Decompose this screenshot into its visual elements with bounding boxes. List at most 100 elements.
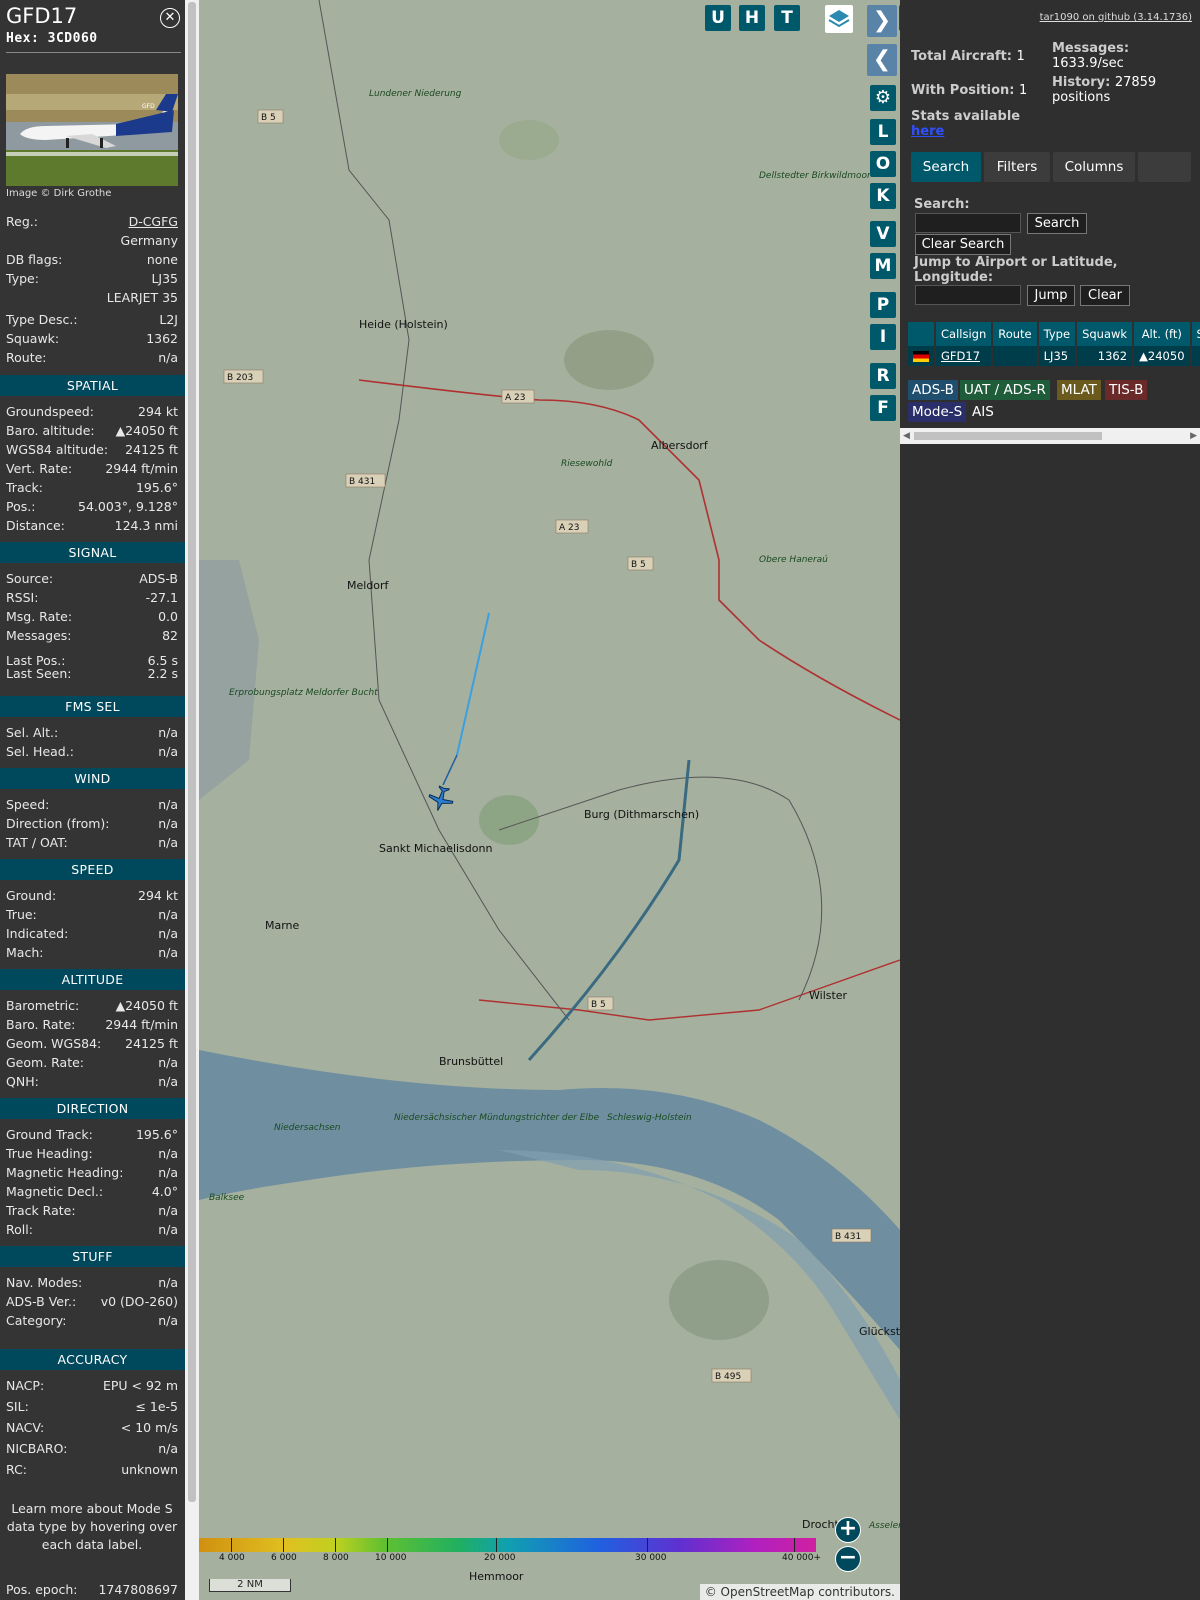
- clear-search-button[interactable]: Clear Search: [915, 234, 1011, 255]
- column-header[interactable]: Callsign: [933, 322, 993, 346]
- info-label[interactable]: SIL:: [6, 1397, 29, 1416]
- osm-link[interactable]: OpenStreetMap: [721, 1585, 815, 1599]
- info-label[interactable]: Category:: [6, 1311, 66, 1330]
- layers-icon[interactable]: [825, 5, 853, 33]
- info-label[interactable]: RC:: [6, 1460, 27, 1479]
- horizontal-scrollbar[interactable]: ◀ ▶: [900, 428, 1200, 444]
- info-label[interactable]: Vert. Rate:: [6, 459, 72, 478]
- zoom-in-button[interactable]: +: [835, 1517, 861, 1543]
- info-label[interactable]: Ground:: [6, 886, 56, 905]
- search-button[interactable]: Search: [1027, 213, 1087, 234]
- map-button-h[interactable]: H: [739, 5, 765, 31]
- callsign-cell[interactable]: GFD17: [933, 346, 993, 366]
- legend-uat-ads-r[interactable]: UAT / ADS-R: [960, 380, 1050, 400]
- column-header[interactable]: Route: [991, 322, 1038, 346]
- tab-search[interactable]: Search: [911, 152, 981, 182]
- info-label[interactable]: ADS-B Ver.:: [6, 1292, 76, 1311]
- info-label[interactable]: Messages:: [6, 626, 72, 645]
- settings-gear-icon[interactable]: ⚙: [870, 85, 896, 111]
- column-header[interactable]: Alt. (ft): [1132, 322, 1191, 346]
- info-label[interactable]: Indicated:: [6, 924, 68, 943]
- clear-button[interactable]: Clear: [1080, 285, 1130, 306]
- jump-button[interactable]: Jump: [1027, 285, 1075, 306]
- github-link[interactable]: tar1090 on github (3.14.1736): [1040, 12, 1192, 23]
- scroll-right-icon[interactable]: ▶: [1190, 431, 1197, 441]
- info-label[interactable]: Magnetic Heading:: [6, 1163, 123, 1182]
- info-label[interactable]: Geom. WGS84:: [6, 1034, 101, 1053]
- info-label[interactable]: TAT / OAT:: [6, 833, 68, 852]
- column-header[interactable]: Spd: [1189, 322, 1200, 346]
- altitude-scale-label: 40 000+: [782, 1553, 822, 1563]
- legend-mlat[interactable]: MLAT: [1057, 380, 1101, 400]
- map-view[interactable]: Heide (Holstein) Albersdorf Meldorf Burg (D…: [199, 0, 900, 1600]
- info-label[interactable]: Last Seen:: [6, 664, 71, 683]
- map-button-u[interactable]: U: [705, 5, 731, 31]
- map-button-p[interactable]: P: [870, 292, 896, 318]
- tab-columns[interactable]: Columns: [1053, 152, 1135, 182]
- info-label[interactable]: Groundspeed:: [6, 402, 94, 421]
- search-input[interactable]: [915, 213, 1021, 233]
- scrollbar-thumb[interactable]: [188, 2, 196, 1502]
- scrollbar-thumb[interactable]: [914, 432, 1102, 440]
- info-label[interactable]: Source:: [6, 569, 53, 588]
- map-button-o[interactable]: O: [870, 151, 896, 177]
- info-label[interactable]: Sel. Alt.:: [6, 723, 58, 742]
- column-header[interactable]: Type: [1036, 322, 1077, 346]
- info-label[interactable]: Roll:: [6, 1220, 33, 1239]
- info-label[interactable]: Mach:: [6, 943, 43, 962]
- info-label[interactable]: Speed:: [6, 795, 49, 814]
- jump-input[interactable]: [915, 285, 1021, 305]
- map-button-m[interactable]: M: [870, 253, 896, 279]
- info-label[interactable]: Geom. Rate:: [6, 1053, 84, 1072]
- info-value: n/a: [158, 945, 178, 960]
- tab-blank[interactable]: [1138, 152, 1191, 182]
- info-label[interactable]: Track Rate:: [6, 1201, 76, 1220]
- info-label[interactable]: Msg. Rate:: [6, 607, 72, 626]
- info-label[interactable]: RSSI:: [6, 588, 38, 607]
- info-label[interactable]: Baro. altitude:: [6, 421, 95, 440]
- map-button-t[interactable]: T: [774, 5, 800, 31]
- info-label[interactable]: Distance:: [6, 516, 65, 535]
- column-header[interactable]: Squawk: [1075, 322, 1134, 346]
- zoom-out-button[interactable]: −: [835, 1546, 861, 1572]
- collapse-left-icon[interactable]: ❮: [867, 44, 897, 76]
- scroll-left-icon[interactable]: ◀: [903, 431, 910, 441]
- column-header[interactable]: [906, 322, 935, 346]
- info-label[interactable]: Baro. Rate:: [6, 1015, 75, 1034]
- info-label[interactable]: Pos.:: [6, 497, 35, 516]
- info-label[interactable]: NACP:: [6, 1376, 44, 1395]
- info-label[interactable]: Ground Track:: [6, 1125, 93, 1144]
- info-label[interactable]: QNH:: [6, 1072, 39, 1091]
- info-label[interactable]: Direction (from):: [6, 814, 110, 833]
- aircraft-photo[interactable]: GFD: [6, 74, 178, 186]
- aircraft-icon[interactable]: [427, 785, 455, 813]
- info-label[interactable]: Sel. Head.:: [6, 742, 74, 761]
- info-label[interactable]: WGS84 altitude:: [6, 440, 108, 459]
- legend-mode-s[interactable]: Mode-S: [908, 402, 967, 422]
- info-label[interactable]: True Heading:: [6, 1144, 93, 1163]
- info-label[interactable]: NACV:: [6, 1418, 44, 1437]
- map-button-l[interactable]: L: [870, 119, 896, 145]
- info-label[interactable]: Barometric:: [6, 996, 79, 1015]
- expand-right-icon[interactable]: ❯: [867, 5, 897, 37]
- map-attribution: © OpenStreetMap contributors.: [699, 1584, 900, 1600]
- map-button-f[interactable]: F: [870, 395, 896, 421]
- map-button-v[interactable]: V: [870, 221, 896, 247]
- info-label[interactable]: True:: [6, 905, 37, 924]
- left-scrollbar[interactable]: [185, 0, 199, 1600]
- map-button-i[interactable]: I: [870, 324, 896, 350]
- legend-ads-b[interactable]: ADS-B: [908, 380, 958, 400]
- registration-link[interactable]: D-CGFG: [129, 212, 178, 231]
- stats-link[interactable]: here: [911, 124, 1020, 139]
- info-label[interactable]: Track:: [6, 478, 43, 497]
- info-label[interactable]: NICBARO:: [6, 1439, 67, 1458]
- tab-filters[interactable]: Filters: [984, 152, 1050, 182]
- table-row[interactable]: GFD17 LJ35 1362 ▲24050: [906, 346, 1200, 366]
- map-button-k[interactable]: K: [870, 183, 896, 209]
- close-icon[interactable]: ✕: [160, 8, 180, 28]
- legend-tis-b[interactable]: TIS-B: [1105, 380, 1148, 400]
- legend-ais[interactable]: AIS: [968, 402, 998, 422]
- map-button-r[interactable]: R: [870, 363, 896, 389]
- info-label[interactable]: Magnetic Decl.:: [6, 1182, 103, 1201]
- info-label[interactable]: Nav. Modes:: [6, 1273, 82, 1292]
